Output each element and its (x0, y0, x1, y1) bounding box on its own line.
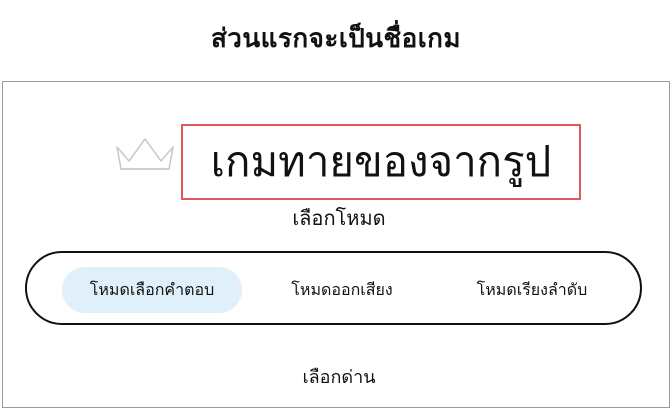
crown-icon (116, 138, 174, 170)
mode-option-ordering[interactable]: โหมดเรียงลำดับ (452, 267, 612, 313)
game-title: เกมทายของจากรูป (210, 137, 552, 186)
game-title-box: เกมทายของจากรูป (181, 124, 581, 200)
level-select-label[interactable]: เลือกด่าน (3, 362, 672, 391)
mode-select-label: เลือกโหมด (292, 206, 386, 230)
mode-option-pronunciation[interactable]: โหมดออกเสียง (272, 267, 412, 313)
game-preview-frame: เกมทายของจากรูป เลือกโหมด โหมดเลือกคำตอบ… (2, 81, 670, 408)
page-heading: ส่วนแรกจะเป็นชื่อเกม (210, 24, 462, 54)
mode-selector: โหมดเลือกคำตอบ โหมดออกเสียง โหมดเรียงลำด… (25, 251, 642, 325)
mode-option-choice[interactable]: โหมดเลือกคำตอบ (62, 267, 242, 313)
